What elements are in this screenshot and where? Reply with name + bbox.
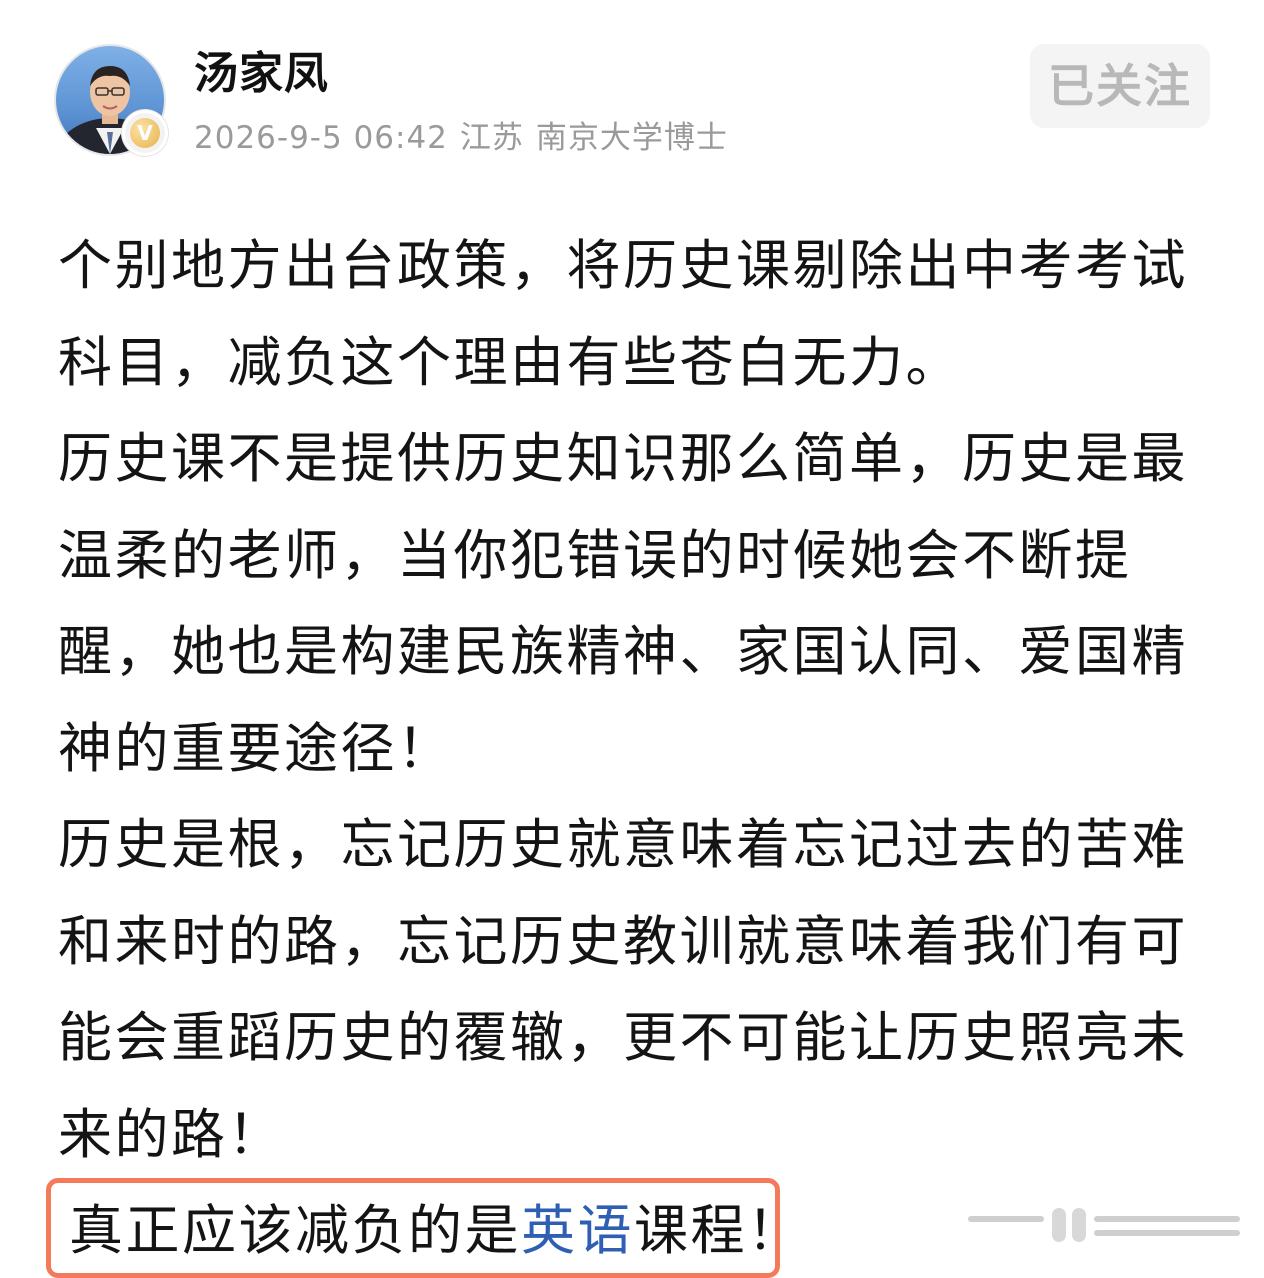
highlight-text-before: 真正应该减负的是	[69, 1199, 521, 1262]
post-paragraph-1: 个别地方出台政策，将历史课剔除出中考考试科目，减负这个理由有些苍白无力。	[58, 234, 1188, 394]
author-name[interactable]: 汤家凤	[194, 46, 329, 102]
english-topic-link[interactable]: 英语	[521, 1199, 634, 1262]
verified-v-badge-icon: V	[130, 118, 160, 148]
placeholder-pill	[1052, 1208, 1066, 1242]
post-paragraph-3: 历史是根，忘记历史就意味着忘记过去的苦难和来时的路，忘记历史教训就意味着我们有可…	[58, 813, 1188, 1166]
verified-badge: V	[122, 110, 168, 156]
placeholder-bar	[968, 1216, 1044, 1222]
follow-button[interactable]: 已关注	[1030, 44, 1210, 128]
highlighted-sentence-box: 真正应该减负的是英语课程！	[46, 1178, 801, 1278]
post-content: 个别地方出台政策，将历史课剔除出中考考试科目，减负这个理由有些苍白无力。 历史课…	[58, 218, 1218, 1183]
author-title: 南京大学博士	[535, 120, 728, 156]
post-paragraph-2: 历史课不是提供历史知识那么简单，历史是最温柔的老师，当你犯错误的时候她会不断提醒…	[58, 427, 1188, 780]
placeholder-bar	[1094, 1230, 1240, 1236]
post-location: 江苏	[459, 120, 524, 156]
highlight-text-after: 课程！	[634, 1199, 804, 1262]
loading-placeholder	[968, 1206, 1240, 1246]
author-avatar-container[interactable]: V	[54, 44, 168, 156]
placeholder-bar	[1094, 1216, 1240, 1222]
post-timestamp: 2026-9-5 06:42	[194, 120, 448, 156]
post-meta: 2026-9-5 06:42 江苏 南京大学博士	[194, 118, 740, 158]
placeholder-pill	[1072, 1208, 1086, 1242]
highlighted-sentence: 真正应该减负的是英语课程！	[69, 1191, 804, 1271]
post-header: V 汤家凤 2026-9-5 06:42 江苏 南京大学博士 已关注	[0, 0, 1264, 190]
